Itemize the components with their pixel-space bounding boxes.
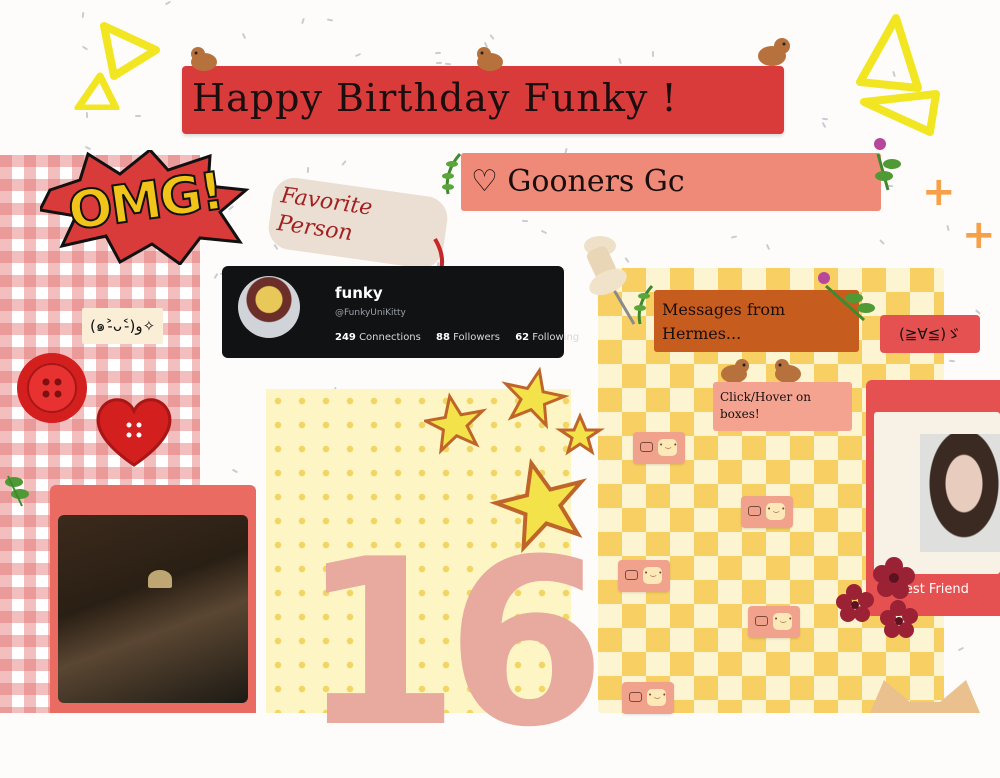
confetti-speck bbox=[879, 239, 885, 245]
confetti-speck bbox=[85, 111, 89, 119]
puppy-sticker-icon bbox=[477, 47, 503, 71]
friend-photo bbox=[920, 434, 1000, 552]
confetti-speck bbox=[435, 61, 443, 65]
hint-box: Click/Hover on boxes! bbox=[713, 382, 852, 431]
button-icon bbox=[17, 353, 87, 423]
leaf-icon bbox=[442, 153, 462, 195]
message-box[interactable] bbox=[633, 432, 685, 464]
flower-icon bbox=[818, 272, 875, 322]
message-box[interactable] bbox=[618, 560, 670, 592]
star-icon bbox=[555, 412, 605, 456]
confetti-speck bbox=[231, 468, 239, 474]
chat-bubble-icon bbox=[755, 616, 768, 626]
confetti-speck bbox=[301, 17, 305, 25]
message-box[interactable] bbox=[741, 496, 793, 528]
smile-icon bbox=[658, 439, 677, 456]
confetti-speck bbox=[444, 62, 452, 66]
smile-icon bbox=[643, 567, 662, 584]
chat-bubble-icon bbox=[748, 506, 761, 516]
leaf-icon bbox=[5, 475, 29, 507]
confetti-speck bbox=[618, 57, 622, 65]
confetti-speck bbox=[135, 115, 141, 117]
chat-bubble-icon bbox=[629, 692, 642, 702]
smile-icon bbox=[647, 689, 666, 706]
triangle-icon bbox=[74, 22, 160, 110]
chat-bubble-icon bbox=[640, 442, 653, 452]
confetti-speck bbox=[975, 309, 981, 315]
confetti-speck bbox=[306, 166, 310, 174]
heart-button-icon bbox=[96, 398, 172, 467]
flower-icon bbox=[836, 557, 918, 638]
room-photo bbox=[58, 515, 248, 703]
confetti-speck bbox=[730, 235, 738, 239]
star-icon bbox=[501, 366, 570, 430]
flower-icon bbox=[874, 138, 901, 191]
confetti-speck bbox=[540, 229, 548, 235]
confetti-speck bbox=[241, 32, 247, 40]
message-box[interactable] bbox=[748, 606, 800, 638]
kaomoji-sticker: (≧∀≦)ゞ bbox=[880, 315, 980, 353]
confetti-speck bbox=[341, 160, 347, 166]
group-name: ♡ Gooners Gc bbox=[471, 164, 685, 199]
plus-icon: + bbox=[962, 212, 996, 258]
kaomoji-sticker: (๑˃̵ᴗ˂̵)و✧ bbox=[82, 308, 164, 344]
confetti-speck bbox=[213, 272, 219, 280]
subtitle-banner: ♡ Gooners Gc bbox=[461, 153, 881, 211]
profile-name[interactable]: funky bbox=[335, 284, 383, 302]
smile-icon bbox=[766, 503, 785, 520]
confetti-speck bbox=[354, 52, 362, 58]
connections-stat[interactable]: 249 Connections bbox=[335, 332, 421, 343]
title-banner: Happy Birthday Funky ! bbox=[182, 66, 784, 134]
profile-card[interactable]: funky @FunkyUniKitty 249 Connections 88 … bbox=[222, 266, 579, 358]
omg-sticker: OMG! bbox=[40, 150, 250, 265]
triangle-icon bbox=[856, 14, 940, 136]
message-box[interactable] bbox=[622, 682, 674, 714]
following-stat[interactable]: 62 Following bbox=[515, 332, 579, 343]
confetti-speck bbox=[957, 646, 965, 652]
confetti-speck bbox=[946, 224, 950, 232]
confetti-speck bbox=[489, 34, 495, 40]
followers-stat[interactable]: 88 Followers bbox=[436, 332, 500, 343]
star-icon bbox=[424, 392, 488, 455]
avatar[interactable] bbox=[238, 276, 300, 338]
confetti-speck bbox=[326, 18, 334, 22]
smile-icon bbox=[773, 613, 792, 630]
confetti-speck bbox=[521, 219, 529, 223]
confetti-speck bbox=[765, 243, 771, 251]
cat-sticker-icon bbox=[870, 680, 980, 713]
puppy-sticker-icon bbox=[191, 47, 217, 71]
page-title: Happy Birthday Funky ! bbox=[192, 76, 678, 120]
confetti-speck bbox=[651, 50, 655, 58]
hint-text: Click/Hover on boxes! bbox=[720, 390, 811, 421]
photo-frame-left bbox=[50, 485, 256, 713]
profile-handle: @FunkyUniKitty bbox=[335, 308, 406, 318]
number-balloon: 16 bbox=[300, 511, 606, 778]
confetti-speck bbox=[164, 0, 172, 6]
confetti-speck bbox=[948, 359, 956, 363]
chat-bubble-icon bbox=[625, 570, 638, 580]
confetti-speck bbox=[434, 51, 442, 55]
profile-stats: 249 Connections 88 Followers 62 Followin… bbox=[335, 332, 591, 343]
puppy-sticker-icon bbox=[758, 38, 790, 66]
plus-icon: + bbox=[922, 169, 956, 215]
